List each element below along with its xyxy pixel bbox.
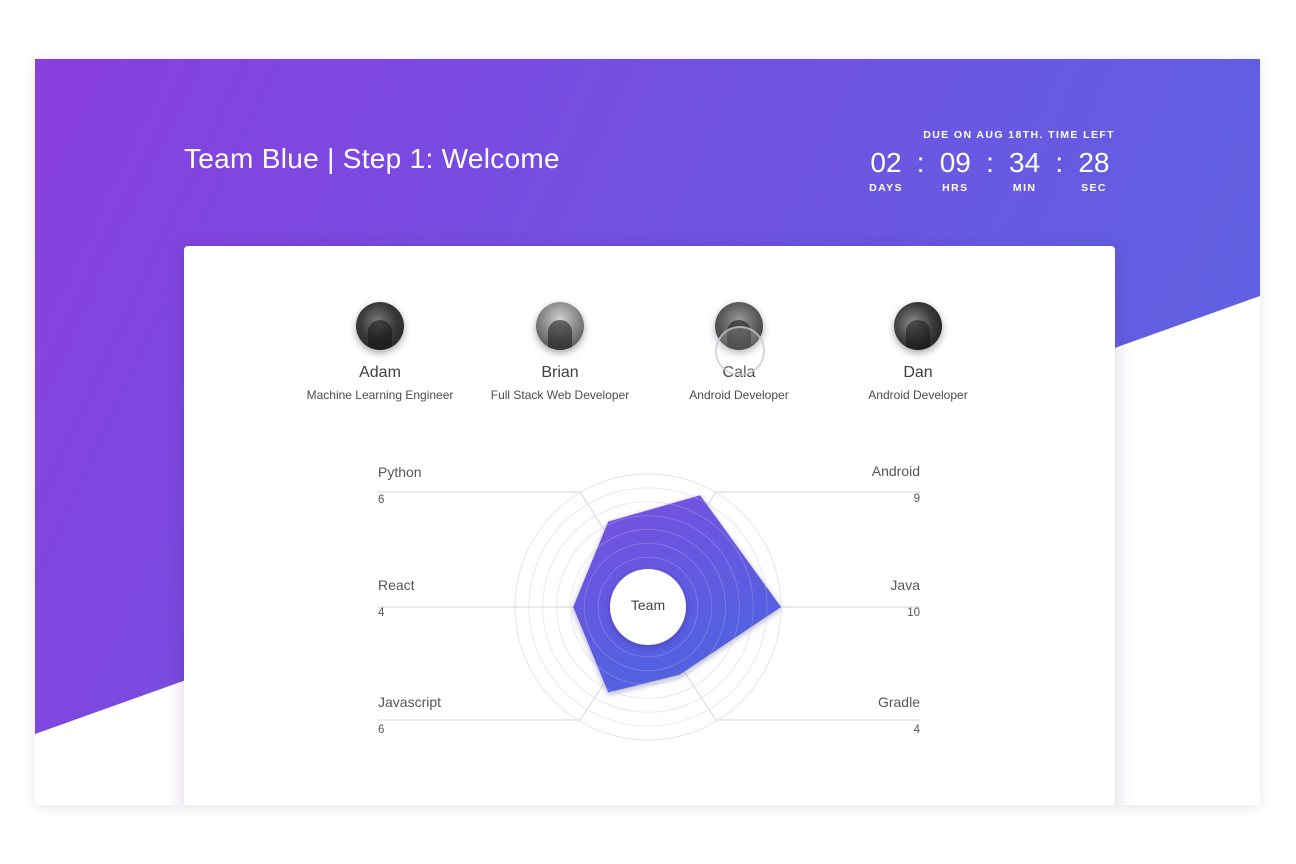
skills-radar-chart: [378, 473, 920, 741]
radar-center-label: Team: [630, 597, 666, 613]
skill-value: 6: [378, 494, 385, 506]
countdown-hours-label: HRS: [942, 182, 969, 194]
skill-name: Python: [378, 464, 422, 480]
countdown-timer: DUE ON AUG 18TH. TIME LEFT 02 : 09 : 34 …: [865, 129, 1115, 194]
skill-java: Java 10: [760, 577, 920, 619]
skill-python: Python 6: [378, 464, 538, 506]
skill-name: Android: [871, 463, 920, 479]
skill-gradle: Gradle 4: [760, 694, 920, 736]
countdown-days: 02: [870, 147, 902, 178]
app-frame: Team Blue | Step 1: Welcome DUE ON AUG 1…: [35, 59, 1260, 805]
countdown-separator: :: [916, 147, 925, 178]
countdown-days-label: DAYS: [869, 182, 903, 194]
countdown-minutes: 34: [1009, 147, 1041, 178]
team-card: Adam Machine Learning Engineer Brian Ful…: [184, 246, 1115, 805]
skill-name: React: [378, 577, 415, 593]
skill-name: Gradle: [877, 694, 920, 710]
countdown-separator: :: [986, 147, 994, 178]
page-title: Team Blue | Step 1: Welcome: [184, 143, 560, 174]
countdown-caption: DUE ON AUG 18TH. TIME LEFT: [923, 129, 1115, 141]
skill-android: Android 9: [760, 463, 920, 505]
countdown-separator: :: [1055, 147, 1064, 178]
skill-value: 4: [913, 724, 920, 736]
skill-value: 10: [907, 607, 920, 619]
skill-javascript: Javascript 6: [378, 694, 538, 736]
skill-value: 6: [378, 724, 385, 736]
skill-name: Java: [890, 577, 920, 593]
skill-value: 4: [378, 607, 385, 619]
skill-react: React 4: [378, 577, 538, 619]
card-bottom-fade: [200, 804, 1099, 805]
skill-value: 9: [913, 493, 920, 505]
skill-name: Javascript: [378, 694, 442, 710]
countdown-seconds-label: SEC: [1081, 182, 1107, 194]
countdown-minutes-label: MIN: [1012, 182, 1037, 194]
countdown-hours: 09: [939, 147, 971, 178]
countdown-seconds: 28: [1078, 147, 1110, 178]
